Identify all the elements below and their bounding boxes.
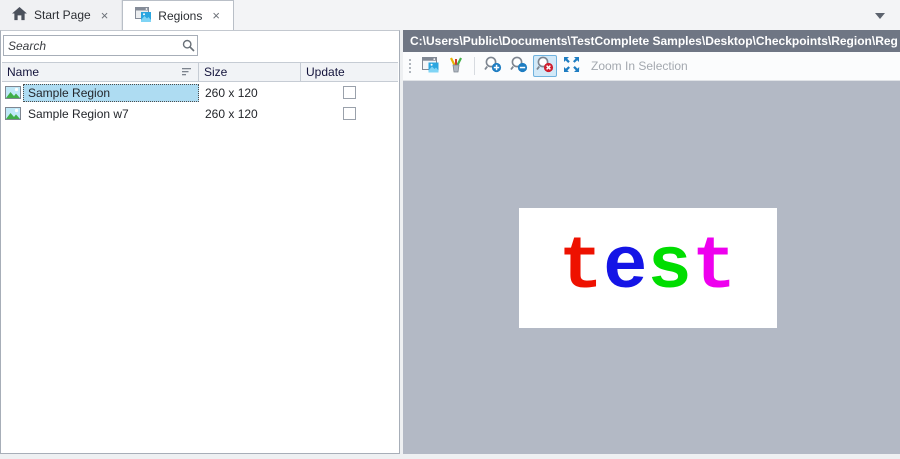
size-cell: 260 x 120 [199, 107, 301, 121]
search-input[interactable] [4, 37, 179, 54]
size-cell: 260 x 120 [199, 86, 301, 100]
zoom-out-button[interactable] [507, 55, 531, 77]
toolbar-grip-handle[interactable] [408, 58, 412, 74]
tab-regions[interactable]: Regions × [122, 0, 234, 30]
testcomplete-region-checkpoint-window: Start Page × Regions × [0, 0, 900, 459]
update-checkbox[interactable] [343, 107, 356, 120]
zoom-out-icon [510, 56, 528, 76]
home-icon [12, 7, 27, 24]
region-image-icon [422, 57, 439, 76]
close-icon[interactable]: × [209, 8, 223, 23]
region-preview-image: t e s t [519, 208, 777, 328]
region-name: Sample Region [23, 84, 199, 102]
image-thumbnail-icon [5, 86, 21, 99]
preview-letter: e [603, 231, 647, 305]
tab-start-page[interactable]: Start Page × [0, 0, 122, 30]
table-header-row: Name Size Update [2, 62, 398, 82]
tab-start-page-label: Start Page [34, 8, 91, 22]
expand-arrows-icon [563, 56, 580, 76]
edit-image-button[interactable] [444, 55, 468, 77]
zoom-mode-label: Zoom In Selection [591, 59, 688, 73]
region-preview-panel: C:\Users\Public\Documents\TestComplete S… [403, 30, 900, 454]
region-image-icon [135, 7, 151, 25]
close-icon[interactable]: × [98, 8, 112, 23]
image-canvas[interactable]: t e s t [403, 81, 900, 454]
zoom-reset-icon [536, 56, 554, 76]
name-cell: Sample Region [2, 82, 199, 103]
regions-table: Name Size Update [2, 62, 398, 124]
zoom-reset-button[interactable] [533, 55, 557, 77]
preview-letter: t [692, 231, 736, 305]
preview-letter: s [648, 231, 692, 305]
zoom-in-icon [484, 56, 502, 76]
image-thumbnail-icon [5, 107, 21, 120]
update-cell [301, 86, 398, 99]
tab-regions-label: Regions [158, 9, 202, 23]
column-header-update[interactable]: Update [301, 63, 398, 81]
table-row-sample-region-w7[interactable]: Sample Region w7 260 x 120 [2, 103, 398, 124]
file-path-header: C:\Users\Public\Documents\TestComplete S… [403, 30, 900, 52]
toolbar-separator [474, 57, 475, 75]
search-box [3, 35, 198, 56]
zoom-fit-button[interactable] [559, 55, 583, 77]
zoom-in-button[interactable] [481, 55, 505, 77]
paint-brushes-icon [448, 57, 464, 76]
column-header-name[interactable]: Name [2, 63, 199, 81]
column-header-size[interactable]: Size [199, 63, 301, 81]
update-checkbox[interactable] [343, 86, 356, 99]
name-cell: Sample Region w7 [2, 103, 199, 124]
update-cell [301, 107, 398, 120]
preview-toolbar: Zoom In Selection [403, 52, 900, 81]
search-icon[interactable] [179, 39, 197, 52]
view-image-button[interactable] [418, 55, 442, 77]
regions-list-panel: Name Size Update [0, 30, 400, 454]
tab-bar: Start Page × Regions × [0, 0, 900, 30]
preview-letter: t [559, 231, 603, 305]
sort-icon [182, 65, 193, 79]
table-row-sample-region[interactable]: Sample Region 260 x 120 [2, 82, 398, 103]
chevron-down-icon[interactable] [874, 9, 886, 23]
region-name: Sample Region w7 [23, 105, 134, 123]
